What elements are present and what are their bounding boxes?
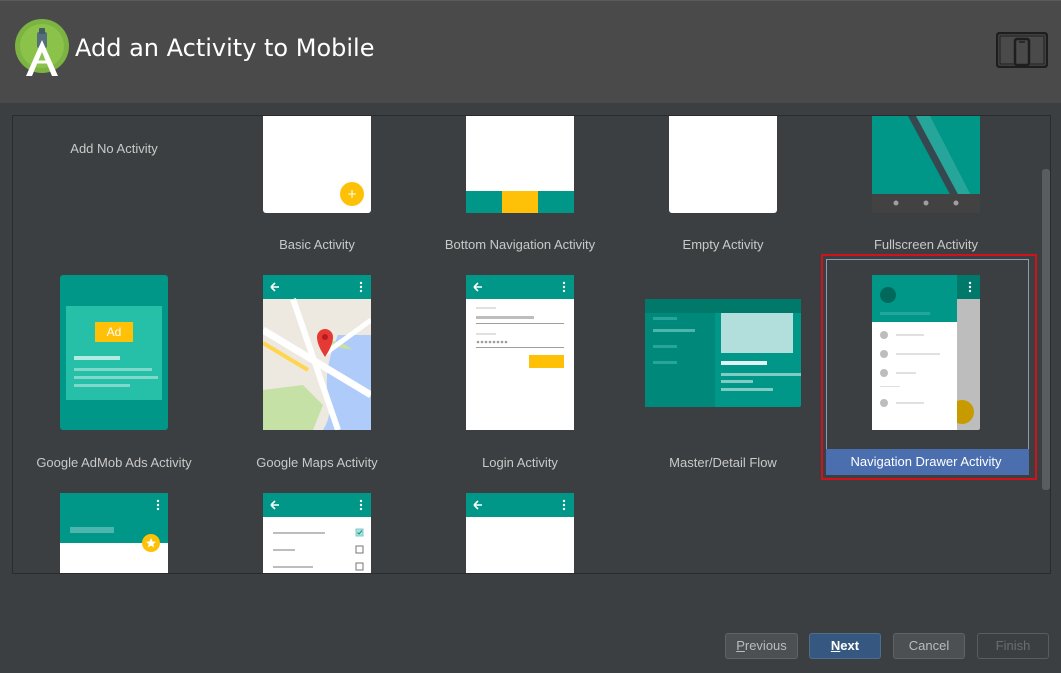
gallery-item-navigation-drawer-activity[interactable]: Navigation Drawer Activity (824, 275, 1028, 491)
new-activity-dialog: Add an Activity to Mobile Add No Activit… (0, 0, 1061, 673)
google-maps-preview (263, 275, 371, 430)
admob-preview: Ad (60, 275, 168, 430)
gallery-item-login-activity[interactable]: Login Activity (418, 275, 622, 491)
bottom-navigation-preview (466, 116, 574, 213)
android-studio-logo-icon (15, 19, 69, 76)
ad-banner: Ad (66, 306, 162, 400)
gallery-item-label: Navigation Drawer Activity (850, 454, 1002, 469)
mnemonic: N (830, 638, 841, 653)
placeholder-line (74, 356, 120, 360)
placeholder-line (74, 368, 152, 371)
previous-button[interactable]: Previous (725, 633, 798, 659)
gallery-scrollbar-thumb[interactable] (1042, 169, 1050, 490)
fullscreen-activity-preview (872, 116, 980, 213)
empty-activity-preview (669, 116, 777, 213)
navigation-drawer-preview (872, 275, 980, 430)
gallery-item-label: Bottom Navigation Activity (444, 237, 596, 252)
ad-badge: Ad (95, 322, 133, 342)
more-vert-icon (562, 499, 566, 511)
gallery-item-label: Fullscreen Activity (873, 237, 979, 252)
cancel-button[interactable]: Cancel (893, 633, 965, 659)
gallery-item-admob-ads-activity[interactable]: Ad Google AdMob Ads Activity (12, 275, 216, 491)
bottom-nav-active-tab (502, 191, 538, 213)
phone-tablet-icon[interactable] (996, 32, 1048, 68)
gallery-item-label: Add No Activity (70, 141, 158, 156)
fab-plus-icon: + (340, 182, 364, 206)
gallery-item-label: Google AdMob Ads Activity (36, 455, 192, 470)
button-label: ext (840, 638, 860, 653)
gallery-item-label: Master/Detail Flow (669, 455, 777, 470)
mnemonic: P (736, 638, 745, 653)
placeholder-line (74, 384, 130, 387)
dialog-title: Add an Activity to Mobile (75, 34, 375, 62)
gallery-item-label: Google Maps Activity (256, 455, 378, 470)
finish-button[interactable]: Finish (977, 633, 1049, 659)
basic-activity-preview: + (263, 116, 371, 213)
gallery-item-scrolling-activity[interactable] (12, 493, 216, 573)
master-detail-preview (645, 299, 801, 407)
more-vert-icon (562, 281, 566, 293)
gallery-item-label: Login Activity (482, 455, 558, 470)
gallery-item-google-maps-activity[interactable]: Google Maps Activity (215, 275, 419, 491)
next-button[interactable]: Next (809, 633, 881, 659)
more-vert-icon (156, 499, 160, 511)
gallery-item-label: Empty Activity (682, 237, 764, 252)
scrolling-activity-preview (60, 493, 168, 573)
login-activity-preview (466, 275, 574, 430)
gallery-item-tabbed-activity[interactable] (418, 493, 622, 573)
placeholder-line (74, 376, 158, 379)
more-vert-icon (359, 281, 363, 293)
settings-activity-preview (263, 493, 371, 573)
gallery-item-settings-activity[interactable] (215, 493, 419, 573)
dialog-header: Add an Activity to Mobile (0, 0, 1061, 103)
button-label: revious (744, 638, 787, 653)
tabbed-activity-preview (466, 493, 574, 573)
gallery-item-master-detail-flow[interactable]: Master/Detail Flow (621, 275, 825, 491)
more-vert-icon (968, 281, 972, 293)
gallery-item-label: Basic Activity (279, 237, 355, 252)
more-vert-icon (359, 499, 363, 511)
